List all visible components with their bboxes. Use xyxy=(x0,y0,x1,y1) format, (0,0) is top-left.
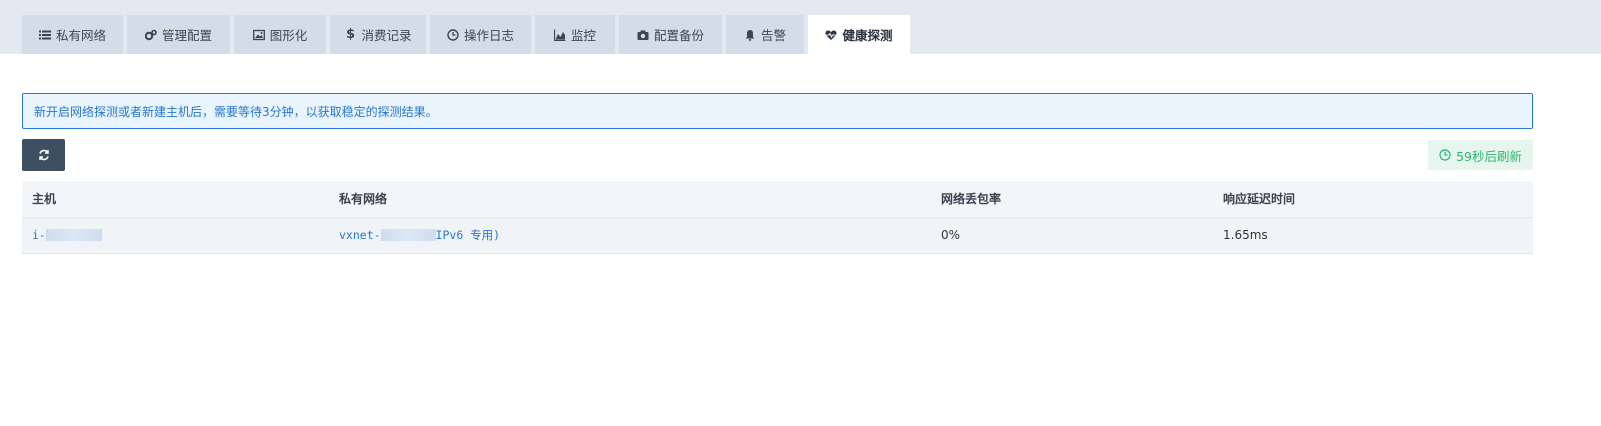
notice-text: 新开启网络探测或者新建主机后，需要等待3分钟，以获取稳定的探测结果。 xyxy=(34,104,438,119)
cell-vxnet: vxnet- IPv6 专用) xyxy=(329,217,931,254)
camera-icon xyxy=(637,29,649,41)
tab-label: 告警 xyxy=(760,28,786,43)
column-header-latency: 响应延迟时间 xyxy=(1213,181,1533,218)
column-header-vxnet: 私有网络 xyxy=(329,181,931,218)
health-check-table: 主机 私有网络 网络丢包率 响应延迟时间 i- vxnet- IPv6 专用) … xyxy=(22,181,1533,254)
column-header-packet-loss: 网络丢包率 xyxy=(931,181,1213,218)
tab-operation-log[interactable]: 操作日志 xyxy=(430,15,531,54)
tab-label: 监控 xyxy=(570,28,596,43)
heartbeat-icon xyxy=(825,29,837,41)
redacted-vxnet-id xyxy=(380,229,436,241)
tab-health-check[interactable]: 健康探测 xyxy=(808,15,910,54)
refresh-icon xyxy=(38,149,50,161)
cogs-icon xyxy=(144,29,157,41)
tab-label: 操作日志 xyxy=(463,28,514,43)
host-id-prefix: i- xyxy=(32,228,46,242)
vxnet-link[interactable]: vxnet- IPv6 专用) xyxy=(339,227,500,243)
dollar-icon: $ xyxy=(345,27,355,42)
tab-label: 图形化 xyxy=(269,28,308,43)
cell-latency: 1.65ms xyxy=(1213,217,1533,254)
tab-billing[interactable]: $ 消费记录 xyxy=(330,15,426,54)
tab-config-backup[interactable]: 配置备份 xyxy=(619,15,722,54)
refresh-countdown: 59秒后刷新 xyxy=(1428,140,1533,170)
tab-alarm[interactable]: 告警 xyxy=(726,15,804,54)
info-notice: 新开启网络探测或者新建主机后，需要等待3分钟，以获取稳定的探测结果。 xyxy=(22,93,1533,129)
host-link[interactable]: i- xyxy=(32,228,102,242)
bell-icon xyxy=(744,29,756,41)
tab-label: 管理配置 xyxy=(161,28,212,43)
refresh-button[interactable] xyxy=(22,139,65,171)
vxnet-name-suffix: IPv6 专用) xyxy=(435,228,501,242)
cell-packet-loss: 0% xyxy=(931,217,1213,254)
cell-host: i- xyxy=(22,217,329,254)
redacted-host-id xyxy=(45,229,102,241)
table-header-row: 主机 私有网络 网络丢包率 响应延迟时间 xyxy=(22,181,1533,218)
tab-graph[interactable]: 图形化 xyxy=(234,15,326,54)
image-icon xyxy=(252,29,265,41)
table-row: i- vxnet- IPv6 专用) 0% 1.65ms xyxy=(22,217,1533,254)
tab-management-config[interactable]: 管理配置 xyxy=(127,15,230,54)
tab-vxnet[interactable]: 私有网络 xyxy=(22,15,123,54)
vxnet-id-prefix: vxnet- xyxy=(339,228,381,242)
tab-monitor[interactable]: 监控 xyxy=(535,15,615,54)
tab-bar: 私有网络 管理配置 图形化 $ 消费记录 操作日志 监控 配置备份 告警 健康探… xyxy=(0,0,1601,54)
area-chart-icon xyxy=(553,29,566,41)
clock-icon xyxy=(1439,149,1451,161)
tab-label: 私有网络 xyxy=(55,28,106,43)
tab-label: 健康探测 xyxy=(842,28,893,43)
countdown-text: 59秒后刷新 xyxy=(1456,148,1522,164)
column-header-host: 主机 xyxy=(22,181,329,218)
tab-label: 配置备份 xyxy=(653,28,704,43)
list-icon xyxy=(38,29,51,41)
clock-icon xyxy=(447,28,459,41)
tab-label: 消费记录 xyxy=(361,28,412,43)
